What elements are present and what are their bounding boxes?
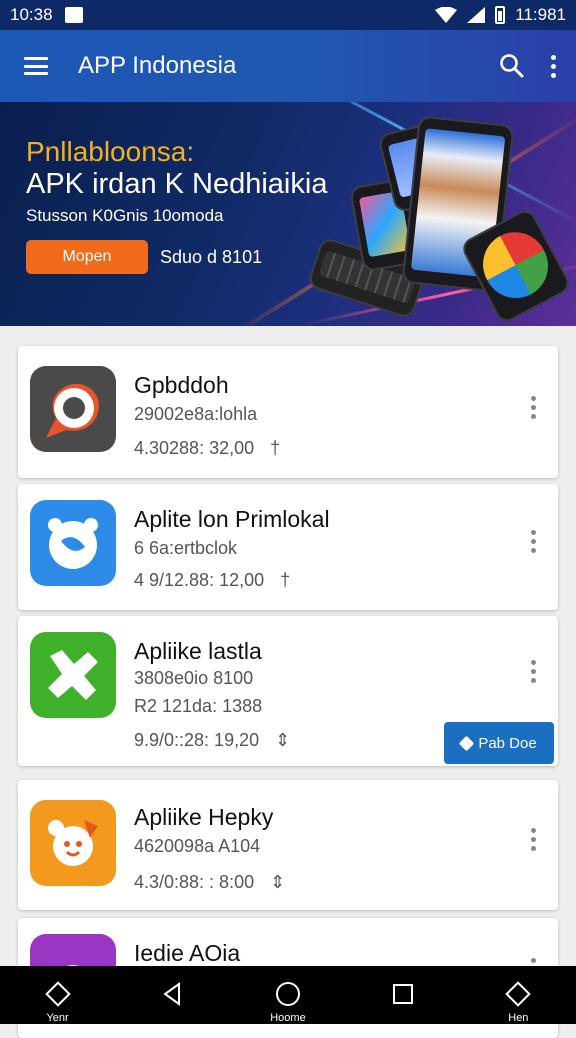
status-time: 10:38 [10,5,53,24]
nav-label: Hen [508,1012,529,1024]
card-more-icon[interactable] [531,396,536,419]
status-bar: 10:38 11:981 [0,0,576,30]
diamond-icon [505,981,532,1007]
overflow-menu-icon[interactable] [551,54,556,78]
app-meta: 29002e8a:lohla [134,404,258,424]
pin-icon: ⇕ [270,872,286,892]
banner-subtitle: Stusson K0Gnis 10omoda [26,206,224,225]
app-icon [30,500,116,586]
app-name: Apliike lastla [134,638,262,664]
app-date-row: 4.3/0:88: : 8:00 ⇕ [134,872,285,893]
promo-banner[interactable]: Pnllablοonsa: APK irdan K Nedhiaikia Stu… [0,102,576,326]
app-icon [30,632,116,718]
banner-kicker: Pnllablοonsa: [26,136,195,167]
app-name: Iedie AOia [134,940,241,966]
app-date: 4 9/12.88: 12,00 [134,570,265,590]
app-name: Apliike Hepky [134,804,274,830]
battery-icon [495,6,506,24]
app-date: 4.30288: 32,00 [134,438,255,458]
nav-item[interactable]: Yenr [18,980,98,1024]
banner-date: Sduo d 8101 [160,247,263,267]
card-more-icon[interactable] [531,828,536,851]
bottom-nav-bar: Yenr Hoome Hen [0,966,576,1024]
app-card[interactable]: Gpbddoh 29002e8a:lohla 4.30288: 32,00 † [18,346,558,478]
nav-label: Yenr [46,1012,69,1024]
app-meta: 4620098a A104 [134,836,261,856]
app-date-row: 4.30288: 32,00 † [134,438,280,459]
app-icon [30,366,116,452]
wifi-icon [435,7,458,23]
app-date-row: 9.9/0::28: 19,20 ⇕ [134,730,290,751]
nav-home-button[interactable]: Hoome [248,980,328,1024]
home-circle-icon [275,982,300,1006]
app-icon [30,800,116,886]
pin-icon: † [270,438,281,458]
app-title: APP Indonesia [78,52,237,79]
nav-recents-button[interactable] [363,980,443,1024]
card-more-icon[interactable] [531,530,536,553]
app-name: Gpbddoh [134,372,229,398]
card-more-icon[interactable] [531,660,536,683]
notification-icon [64,7,83,23]
banner-open-button[interactable]: Mopen [26,240,148,274]
follow-button-label: Pab Doe [478,734,537,752]
app-name: Aplite lon Primlokal [134,506,330,532]
app-card[interactable]: Apliike Hepky 4620098a A104 4.3/0:88: : … [18,780,558,910]
app-bar: APP Indonesia [0,30,576,102]
search-icon[interactable] [499,53,525,79]
nav-back-button[interactable] [133,980,213,1024]
recents-square-icon [393,984,414,1004]
hamburger-menu-icon[interactable] [24,57,48,75]
banner-title: APK irdan K Nedhiaikia [26,168,328,200]
app-card[interactable]: Aplite lon Primlokal 6 6a:ertbclok 4 9/1… [18,484,558,610]
diamond-icon [44,981,71,1007]
status-clock: 11:981 [515,5,566,24]
app-extra: R2 121da: 1388 [134,696,263,716]
app-card[interactable]: Apliike lastla 3808e0io 8100 R2 121da: 1… [18,616,558,766]
nav-label: Hoome [270,1012,306,1024]
app-date-row: 4 9/12.88: 12,00 † [134,570,290,591]
diamond-icon [459,735,475,751]
nav-item[interactable]: Hen [478,980,558,1024]
pin-icon: † [280,570,291,590]
pin-icon: ⇕ [275,730,291,750]
app-meta: 6 6a:ertbclok [134,538,238,558]
app-date: 4.3/0:88: : 8:00 [134,872,255,892]
app-date: 9.9/0::28: 19,20 [134,730,260,750]
follow-button[interactable]: Pab Doe [444,722,554,764]
back-triangle-icon [163,982,180,1006]
app-meta: 3808e0io 8100 [134,668,254,688]
signal-icon [467,7,486,23]
